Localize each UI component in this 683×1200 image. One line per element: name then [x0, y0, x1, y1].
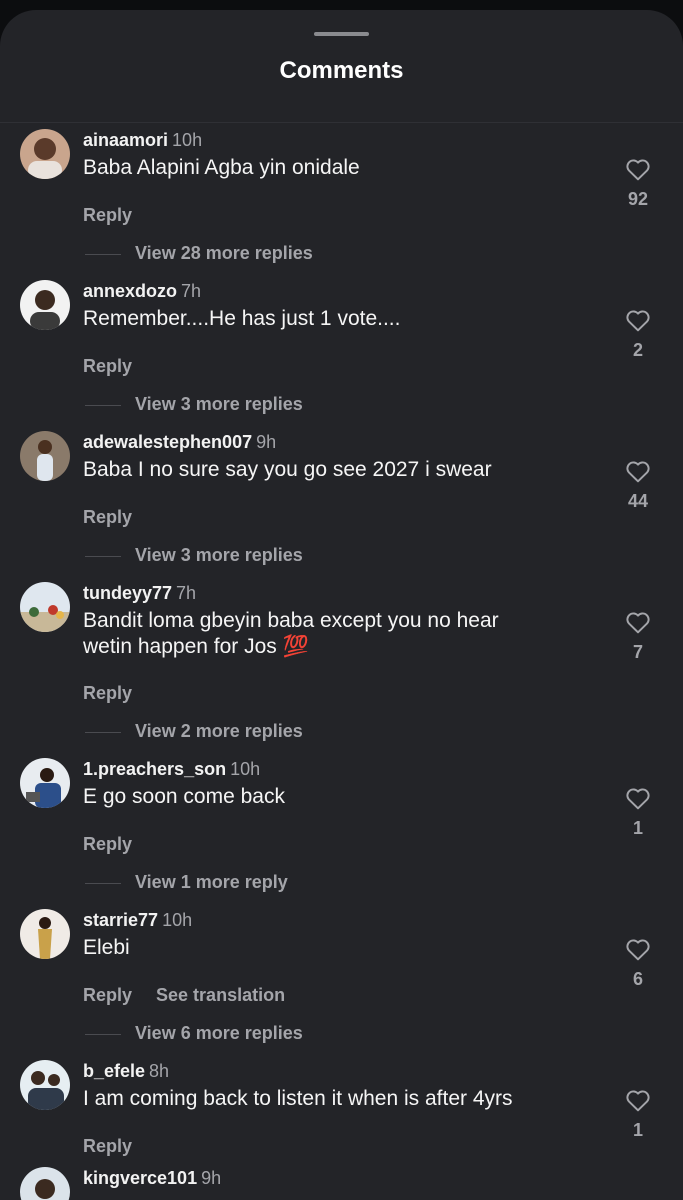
like-count: 1 — [632, 1120, 643, 1140]
like-control: 7 — [614, 610, 662, 663]
like-control: 6 — [614, 937, 662, 990]
comment-header: adewalestephen007 9h — [83, 431, 276, 453]
comment-header: ainaamori 10h — [83, 129, 202, 151]
reply-button[interactable]: Reply — [83, 683, 132, 703]
comment-text: E go soon come back — [83, 785, 285, 808]
reply-button[interactable]: Reply — [83, 507, 132, 527]
view-replies-button[interactable]: View 28 more replies — [85, 243, 313, 264]
heart-outline-icon[interactable] — [625, 937, 651, 961]
like-count: 44 — [627, 491, 649, 511]
heart-outline-icon[interactable] — [625, 786, 651, 810]
username[interactable]: 1.preachers_son — [83, 759, 226, 779]
comment-header: tundeyy77 7h — [83, 582, 196, 604]
comment-actions: Reply — [83, 205, 156, 226]
comment-header: b_efele 8h — [83, 1060, 169, 1082]
view-replies-button[interactable]: View 2 more replies — [85, 721, 303, 742]
comment-actions: Reply — [83, 683, 156, 704]
thread-line — [85, 731, 121, 733]
timestamp: 8h — [149, 1061, 170, 1081]
timestamp: 7h — [176, 583, 197, 603]
like-control: 2 — [614, 308, 662, 361]
timestamp: 9h — [256, 432, 277, 452]
username[interactable]: adewalestephen007 — [83, 432, 252, 452]
reply-button[interactable]: Reply — [83, 1136, 132, 1156]
avatar[interactable] — [20, 758, 70, 808]
heart-outline-icon[interactable] — [625, 610, 651, 634]
avatar[interactable] — [20, 431, 70, 481]
reply-button[interactable]: Reply — [83, 985, 132, 1005]
avatar[interactable] — [20, 909, 70, 959]
timestamp: 9h — [201, 1168, 222, 1188]
header-divider — [0, 122, 683, 123]
comment-header: starrie77 10h — [83, 909, 192, 931]
heart-outline-icon[interactable] — [625, 459, 651, 483]
timestamp: 7h — [181, 281, 202, 301]
heart-outline-icon[interactable] — [625, 308, 651, 332]
heart-outline-icon[interactable] — [625, 157, 651, 181]
comment-text: Baba Alapini Agba yin onidale — [83, 156, 360, 179]
view-replies-button[interactable]: View 3 more replies — [85, 545, 303, 566]
thread-line — [85, 555, 121, 557]
like-count: 6 — [632, 969, 643, 989]
comment-header: 1.preachers_son 10h — [83, 758, 260, 780]
username[interactable]: annexdozo — [83, 281, 177, 301]
comment-text: Baba I no sure say you go see 2027 i swe… — [83, 458, 492, 481]
comment-actions: Reply — [83, 1136, 156, 1157]
comment-actions: Reply See translation — [83, 985, 309, 1006]
comment-header: annexdozo 7h — [83, 280, 201, 302]
timestamp: 10h — [230, 759, 261, 779]
comment-actions: Reply — [83, 356, 156, 377]
thread-line — [85, 253, 121, 255]
username[interactable]: kingverce101 — [83, 1168, 197, 1188]
like-count: 1 — [632, 818, 643, 838]
thread-line — [85, 1033, 121, 1035]
comment-text: Remember....He has just 1 vote.... — [83, 307, 401, 330]
thread-line — [85, 882, 121, 884]
like-count: 2 — [632, 340, 643, 360]
like-control: 1 — [614, 1088, 662, 1141]
reply-button[interactable]: Reply — [83, 834, 132, 854]
like-control: 1 — [614, 786, 662, 839]
avatar[interactable] — [20, 129, 70, 179]
comment-text: Bandit loma gbeyin baba except you no he… — [83, 609, 499, 658]
comment-actions: Reply — [83, 834, 156, 855]
like-control: 44 — [614, 459, 662, 512]
heart-outline-icon[interactable] — [625, 1088, 651, 1112]
username[interactable]: tundeyy77 — [83, 583, 172, 603]
view-replies-button[interactable]: View 1 more reply — [85, 872, 288, 893]
comment-text: I am coming back to listen it when is af… — [83, 1087, 513, 1110]
avatar[interactable] — [20, 280, 70, 330]
thread-line — [85, 404, 121, 406]
like-control: 92 — [614, 157, 662, 210]
avatar[interactable] — [20, 582, 70, 632]
username[interactable]: starrie77 — [83, 910, 158, 930]
like-count: 92 — [627, 189, 649, 209]
avatar[interactable] — [20, 1167, 70, 1200]
username[interactable]: ainaamori — [83, 130, 168, 150]
see-translation-button[interactable]: See translation — [156, 985, 285, 1005]
username[interactable]: b_efele — [83, 1061, 145, 1081]
like-count: 7 — [632, 642, 643, 662]
comments-sheet: Comments ainaamori 10h Baba Alapini Agba … — [0, 10, 683, 1200]
view-replies-button[interactable]: View 6 more replies — [85, 1023, 303, 1044]
comment-actions: Reply — [83, 507, 156, 528]
timestamp: 10h — [172, 130, 203, 150]
timestamp: 10h — [162, 910, 193, 930]
comment-text: Elebi — [83, 936, 130, 959]
view-replies-button[interactable]: View 3 more replies — [85, 394, 303, 415]
page-title: Comments — [279, 57, 404, 84]
reply-button[interactable]: Reply — [83, 205, 132, 225]
avatar[interactable] — [20, 1060, 70, 1110]
comment-header: kingverce101 9h — [83, 1167, 221, 1189]
reply-button[interactable]: Reply — [83, 356, 132, 376]
drag-handle[interactable] — [314, 32, 369, 36]
